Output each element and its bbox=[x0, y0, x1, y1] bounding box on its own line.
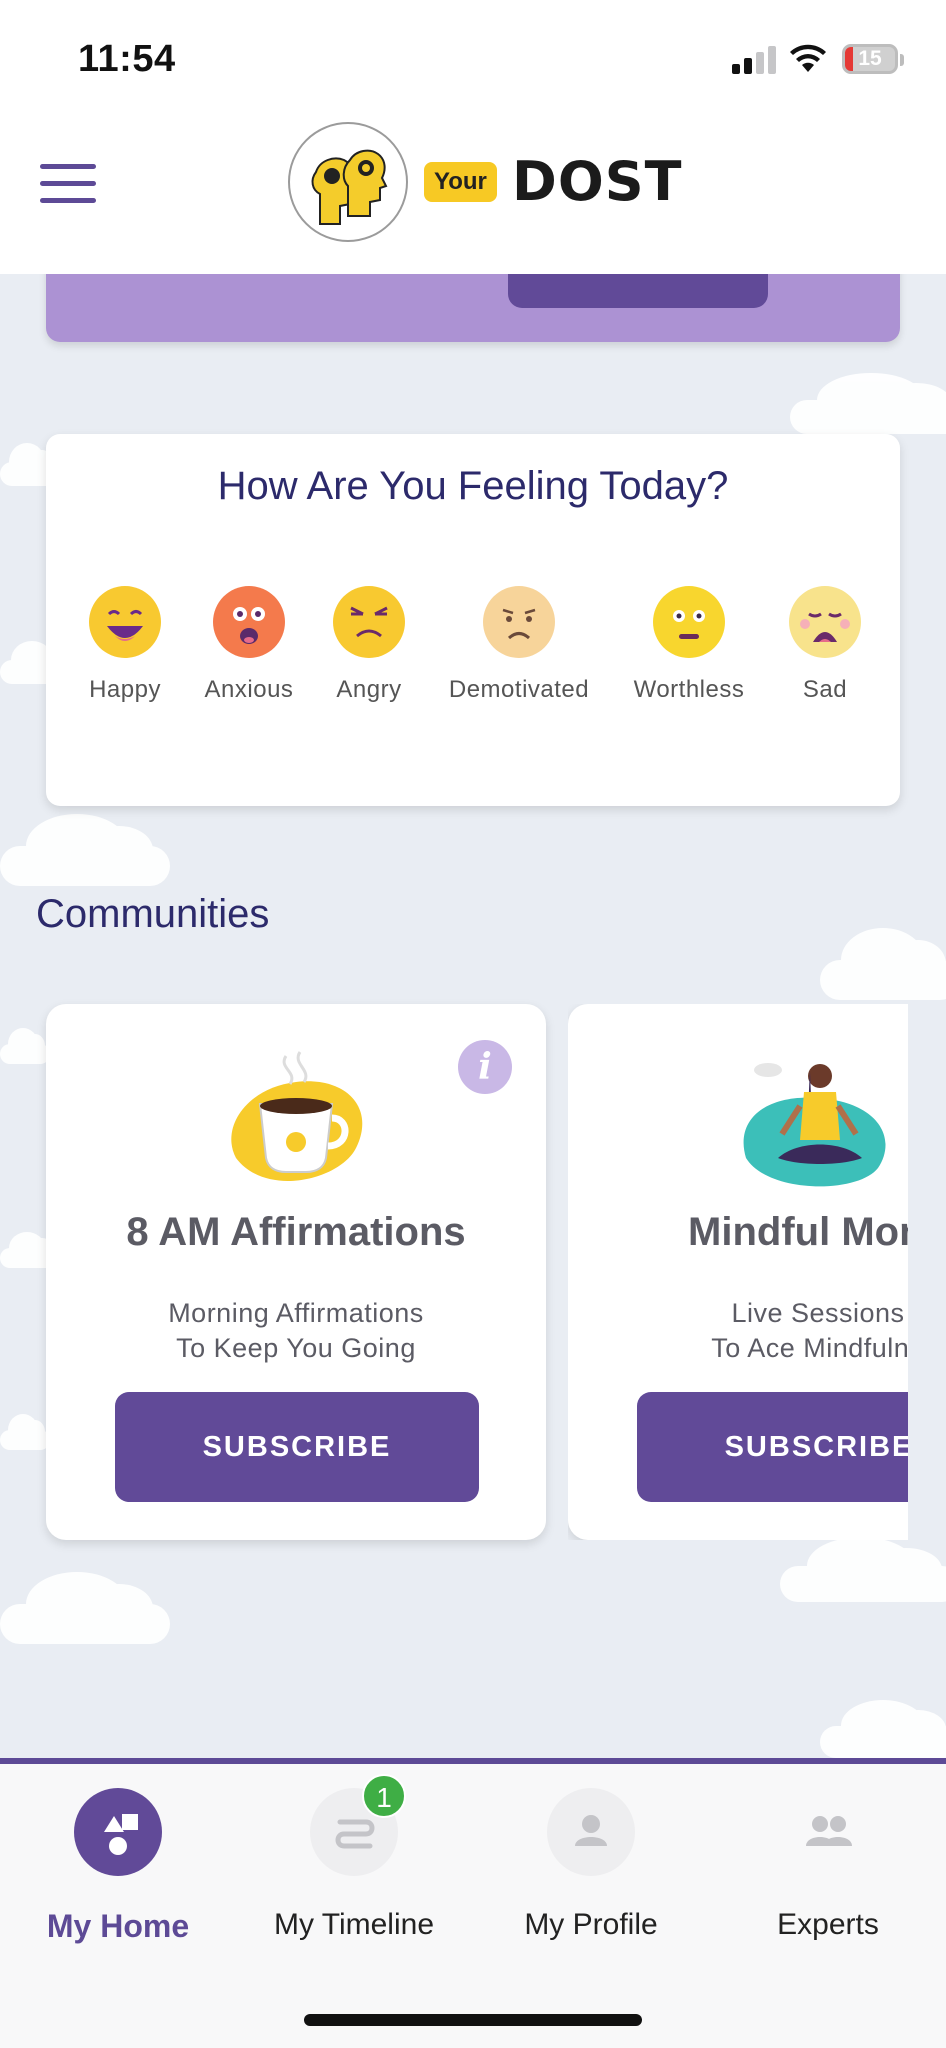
nav-label: My Home bbox=[46, 1908, 190, 1944]
profile-icon bbox=[547, 1788, 635, 1876]
mood-sad[interactable]: Sad bbox=[750, 584, 900, 704]
battery-tip bbox=[900, 54, 904, 66]
anxious-face-icon bbox=[213, 586, 285, 658]
logo-your-text: Your bbox=[424, 162, 497, 202]
community-title: 8 AM Affirmations bbox=[126, 1210, 466, 1254]
background-cloud bbox=[780, 1537, 946, 1602]
communities-title: Communities bbox=[36, 892, 270, 936]
sad-face-icon bbox=[789, 586, 861, 658]
community-desc-line: To Keep You Going bbox=[176, 1333, 416, 1363]
nav-experts[interactable]: Experts bbox=[710, 1764, 946, 1964]
background-cloud bbox=[820, 928, 946, 1000]
background-cloud bbox=[0, 1028, 50, 1064]
notification-badge: 1 bbox=[362, 1774, 406, 1818]
nav-my-home[interactable]: My Home bbox=[0, 1764, 236, 1964]
nav-my-timeline[interactable]: 1 My Timeline bbox=[236, 1764, 472, 1964]
mood-angry[interactable]: Angry bbox=[294, 584, 444, 704]
community-desc-line: To Ace Mindfulne bbox=[711, 1333, 908, 1363]
two-heads-logo-icon bbox=[288, 122, 408, 242]
background-cloud bbox=[0, 1572, 170, 1644]
community-card-mindful[interactable]: Mindful Mond Live Sessions To Ace Mindfu… bbox=[568, 1004, 908, 1540]
battery-icon: 15 bbox=[842, 44, 898, 74]
home-shapes-icon bbox=[74, 1788, 162, 1876]
community-card-affirmations[interactable]: i 8 AM Affirmations Morning Affirmations… bbox=[46, 1004, 546, 1540]
subscribe-button[interactable]: SUBSCRIBE bbox=[115, 1392, 479, 1502]
cellular-signal-icon bbox=[732, 44, 776, 74]
home-indicator[interactable] bbox=[304, 2014, 642, 2026]
meditation-woman-icon bbox=[743, 1063, 886, 1187]
community-description: Live Sessions To Ace Mindfulne bbox=[568, 1296, 908, 1366]
logo-dost-text: DOST bbox=[512, 150, 683, 213]
experts-icon bbox=[784, 1788, 872, 1876]
worthless-face-icon bbox=[653, 586, 725, 658]
background-cloud bbox=[0, 1414, 50, 1450]
community-desc-line: Live Sessions bbox=[731, 1298, 905, 1328]
mood-label: Sad bbox=[802, 676, 848, 703]
app-header: Your DOST bbox=[0, 120, 946, 274]
community-desc-line: Morning Affirmations bbox=[168, 1298, 424, 1328]
mood-card-title: How Are You Feeling Today? bbox=[217, 464, 729, 508]
nav-label: Experts bbox=[777, 1908, 879, 1941]
mood-label: Worthless bbox=[633, 676, 745, 703]
background-cloud bbox=[820, 1700, 946, 1758]
background-cloud bbox=[0, 814, 170, 886]
nav-label: My Timeline bbox=[273, 1908, 435, 1941]
mood-label: Angry bbox=[336, 676, 402, 703]
status-time: 11:54 bbox=[78, 38, 176, 80]
angry-face-icon bbox=[333, 586, 405, 658]
background-cloud bbox=[790, 372, 946, 434]
coffee-cup-icon bbox=[231, 1051, 363, 1181]
subscribe-button[interactable]: SUBSCRIBE bbox=[637, 1392, 908, 1502]
info-icon[interactable]: i bbox=[458, 1040, 512, 1094]
battery-percent: 15 bbox=[858, 47, 882, 70]
hamburger-menu-icon[interactable] bbox=[40, 162, 96, 206]
happy-face-icon bbox=[89, 586, 161, 658]
mood-check-card: How Are You Feeling Today? Happy Anxious bbox=[46, 434, 900, 806]
demotivated-face-icon bbox=[483, 586, 555, 658]
mood-demotivated[interactable]: Demotivated bbox=[444, 584, 594, 704]
nav-label: My Profile bbox=[524, 1908, 658, 1941]
wifi-icon bbox=[790, 44, 826, 72]
app-logo: Your DOST bbox=[286, 120, 681, 244]
mood-worthless[interactable]: Worthless bbox=[614, 584, 764, 704]
mood-label: Demotivated bbox=[448, 676, 590, 703]
community-description: Morning Affirmations To Keep You Going bbox=[46, 1296, 546, 1366]
nav-my-profile[interactable]: My Profile bbox=[473, 1764, 709, 1964]
community-title: Mindful Mond bbox=[688, 1210, 908, 1254]
bottom-navigation: My Home 1 My Timeline My Profile Experts bbox=[0, 1758, 946, 2048]
status-bar: 11:54 15 bbox=[0, 0, 946, 120]
community-carousel-clip: Mindful Mond Live Sessions To Ace Mindfu… bbox=[568, 1004, 908, 1540]
